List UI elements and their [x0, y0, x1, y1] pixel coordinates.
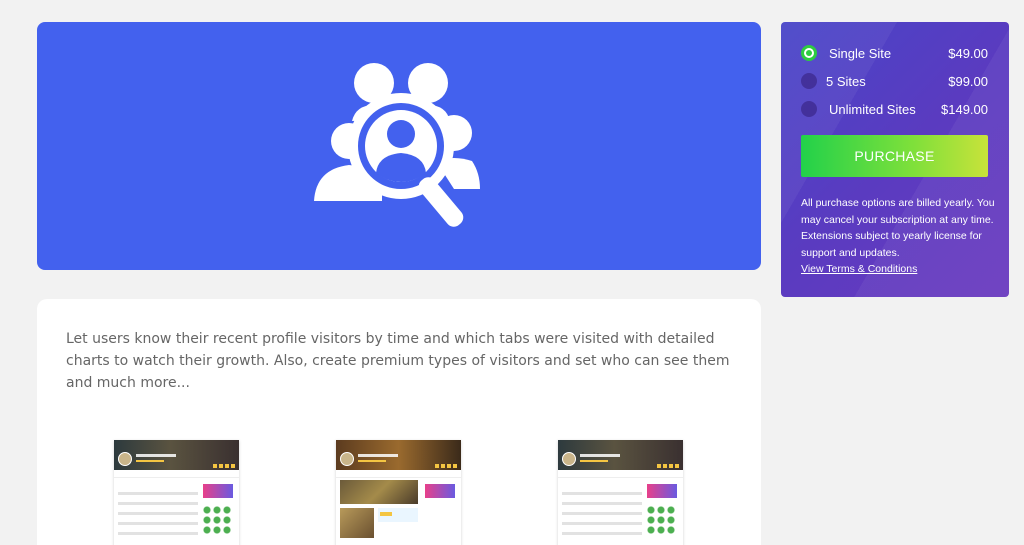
option-price: $49.00	[948, 46, 988, 61]
option-label: Unlimited Sites	[829, 102, 916, 117]
billing-notes-text: All purchase options are billed yearly. …	[801, 197, 995, 259]
pricing-panel: Single Site $49.00 5 Sites $99.00 Unlimi…	[781, 22, 1009, 297]
option-price: $149.00	[941, 102, 988, 117]
hero-banner	[37, 22, 761, 270]
radio-5-sites[interactable]	[801, 73, 817, 89]
screenshot-thumbnail-1[interactable]	[114, 440, 239, 545]
option-label: Single Site	[829, 46, 892, 61]
billing-notes: All purchase options are billed yearly. …	[801, 195, 996, 278]
purchase-button[interactable]: PURCHASE	[801, 135, 988, 177]
option-price: $99.00	[948, 74, 988, 89]
terms-link[interactable]: View Terms & Conditions	[801, 263, 917, 275]
radio-unlimited-sites[interactable]	[801, 101, 817, 117]
pricing-option-5-sites[interactable]: 5 Sites $99.00	[801, 72, 988, 90]
pricing-option-single-site[interactable]: Single Site $49.00	[801, 44, 988, 62]
screenshot-thumbnail-3[interactable]	[558, 440, 683, 545]
radio-single-site[interactable]	[801, 45, 817, 61]
screenshot-thumbnail-2[interactable]	[336, 440, 461, 545]
pricing-option-unlimited-sites[interactable]: Unlimited Sites $149.00	[801, 100, 988, 118]
option-label: 5 Sites	[826, 74, 866, 89]
profile-visitors-search-icon	[314, 63, 480, 227]
description-text: Let users know their recent profile visi…	[66, 331, 730, 391]
